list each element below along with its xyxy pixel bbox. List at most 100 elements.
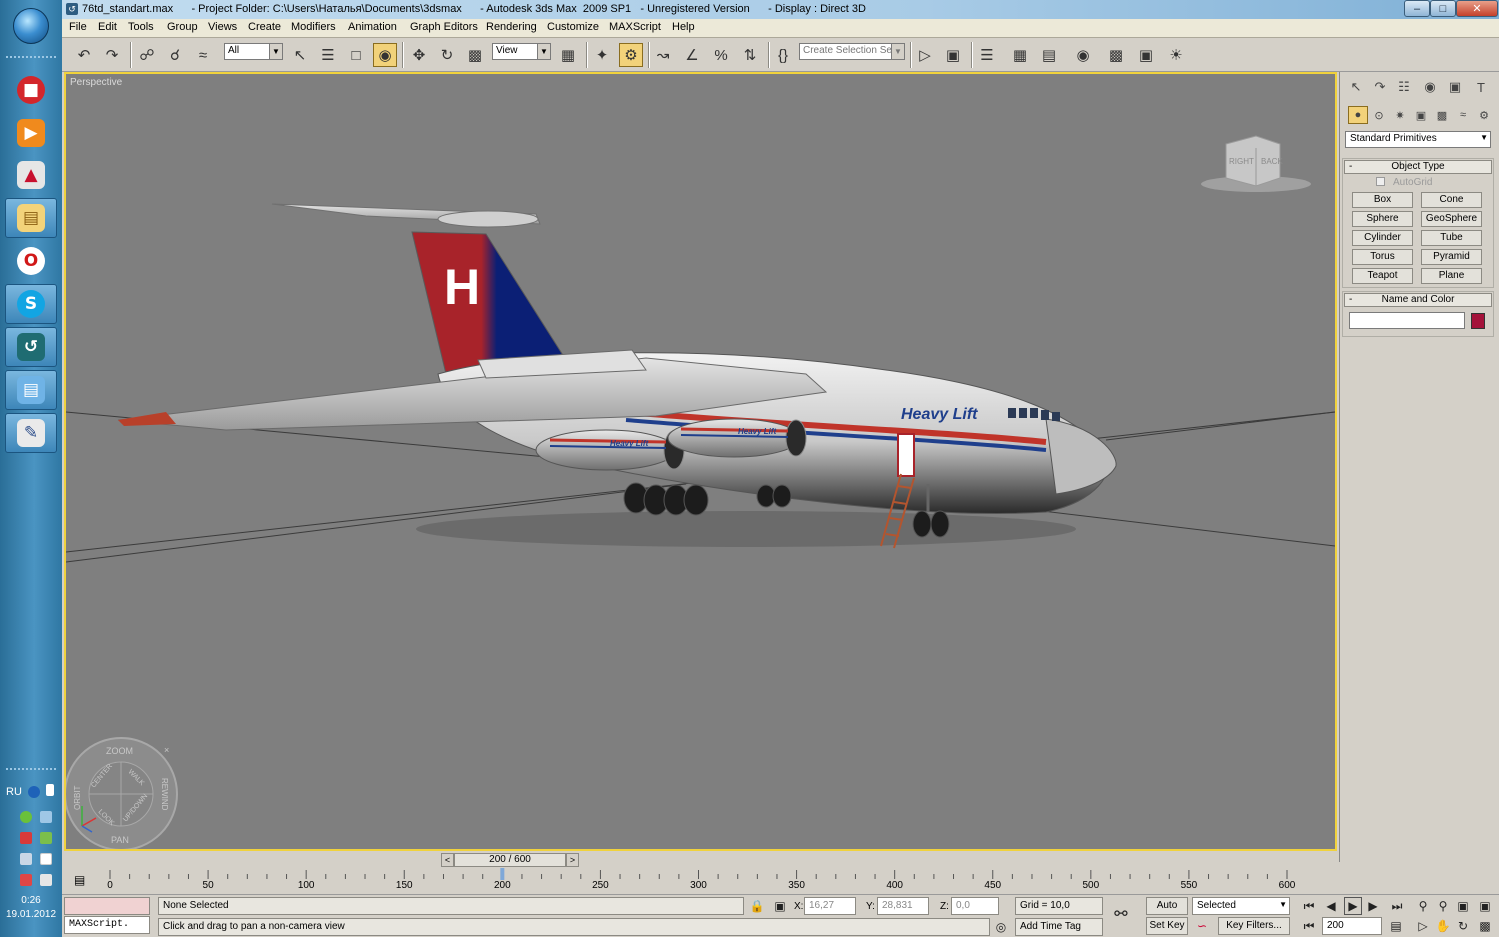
taskbar-app-network[interactable]: ▤ bbox=[5, 370, 57, 410]
current-frame-marker[interactable] bbox=[500, 868, 505, 880]
close-button[interactable]: ✕ bbox=[1456, 0, 1498, 17]
rectangular-selection-icon[interactable]: □ bbox=[344, 43, 368, 67]
pyramid-button[interactable]: Pyramid bbox=[1421, 249, 1482, 265]
previous-frame-button-icon[interactable]: ◀ bbox=[1322, 897, 1340, 915]
taskbar-app-explorer[interactable]: ▤ bbox=[5, 198, 57, 238]
volume-icon[interactable] bbox=[40, 874, 52, 886]
start-button[interactable] bbox=[13, 8, 49, 44]
menu-graph-editors[interactable]: Graph Editors bbox=[410, 21, 478, 33]
taskbar-app-media-player[interactable]: ▶ bbox=[5, 113, 57, 153]
wheel-close-icon[interactable]: × bbox=[164, 745, 169, 755]
field-of-view-icon[interactable]: ▷ bbox=[1414, 917, 1432, 935]
keyboard-shortcut-override-icon[interactable]: ⚙ bbox=[619, 43, 643, 67]
menu-customize[interactable]: Customize bbox=[547, 21, 599, 33]
select-and-rotate-icon[interactable]: ↻ bbox=[435, 43, 459, 67]
viewcube[interactable]: RIGHT BACK bbox=[1201, 135, 1311, 192]
wheel-zoom[interactable]: ZOOM bbox=[106, 746, 133, 756]
cameras-icon[interactable]: ▣ bbox=[1411, 106, 1431, 124]
app-icon[interactable]: ↺ bbox=[66, 3, 78, 15]
create-tab-icon[interactable]: ↖ bbox=[1345, 76, 1367, 98]
clock[interactable]: 0:26 19.01.2012 bbox=[0, 894, 62, 922]
angle-snap-icon[interactable]: ∠ bbox=[680, 43, 704, 67]
space-warps-icon[interactable]: ≈ bbox=[1453, 106, 1473, 124]
layer-manager-icon[interactable]: ☰ bbox=[975, 43, 999, 67]
teapot-button[interactable]: Teapot bbox=[1352, 268, 1413, 284]
select-and-scale-icon[interactable]: ▩ bbox=[463, 43, 487, 67]
named-selection-dropdown[interactable]: Create Selection Se ▼ bbox=[799, 43, 905, 60]
play-icon[interactable]: ▶ bbox=[1344, 897, 1362, 915]
selection-filter-dropdown[interactable]: All ▼ bbox=[224, 43, 283, 60]
name-color-rollout-header[interactable]: - Name and Color bbox=[1344, 293, 1492, 307]
object-color-swatch[interactable] bbox=[1471, 313, 1485, 329]
align-icon[interactable]: ▣ bbox=[941, 43, 965, 67]
curve-editor-icon[interactable]: ▦ bbox=[1008, 43, 1032, 67]
menu-views[interactable]: Views bbox=[208, 21, 237, 33]
zoom-extents-icon[interactable]: ▣ bbox=[1454, 897, 1472, 915]
viewport-label[interactable]: Perspective bbox=[70, 77, 122, 88]
render-setup-icon[interactable]: ▩ bbox=[1104, 43, 1128, 67]
antivirus-icon[interactable] bbox=[20, 811, 32, 823]
unlink-icon[interactable]: ☌ bbox=[163, 43, 187, 67]
zoom-all-icon[interactable]: ⚲ bbox=[1434, 897, 1452, 915]
rendered-frame-window-icon[interactable]: ▣ bbox=[1134, 43, 1158, 67]
menu-rendering[interactable]: Rendering bbox=[486, 21, 537, 33]
taskbar-grip-tray[interactable] bbox=[6, 768, 56, 772]
object-category-dropdown[interactable]: Standard Primitives ▼ bbox=[1345, 131, 1491, 148]
x-coordinate-field[interactable]: 16,27 bbox=[804, 897, 856, 915]
display-icon[interactable] bbox=[40, 853, 52, 865]
next-frame-button-icon[interactable]: ▶ bbox=[1364, 897, 1382, 915]
menu-modifiers[interactable]: Modifiers bbox=[291, 21, 336, 33]
viewcube-face-back[interactable]: BACK bbox=[1261, 157, 1283, 166]
menu-help[interactable]: Help bbox=[672, 21, 695, 33]
absolute-mode-icon[interactable]: ▣ bbox=[771, 897, 789, 915]
quick-render-icon[interactable]: ☀ bbox=[1164, 43, 1188, 67]
spinner-snap-icon[interactable]: ⇅ bbox=[738, 43, 762, 67]
auto-key-button[interactable]: Auto Key bbox=[1146, 897, 1188, 927]
cone-button[interactable]: Cone bbox=[1421, 192, 1482, 208]
steering-wheel[interactable]: ZOOM PAN ORBIT REWIND CENTER WALK LOOK U… bbox=[66, 737, 178, 849]
menu-edit[interactable]: Edit bbox=[98, 21, 117, 33]
modify-tab-icon[interactable]: ↷ bbox=[1369, 76, 1391, 98]
helpers-icon[interactable]: ▩ bbox=[1432, 106, 1452, 124]
select-by-name-icon[interactable]: ☰ bbox=[316, 43, 340, 67]
shapes-icon[interactable]: ⊙ bbox=[1369, 106, 1389, 124]
set-key-button[interactable]: Set Key bbox=[1146, 917, 1188, 935]
redo-icon[interactable]: ↷ bbox=[100, 43, 124, 67]
flag-icon[interactable] bbox=[46, 784, 54, 796]
key-filters-button[interactable]: Key Filters... bbox=[1218, 917, 1290, 935]
next-frame-icon[interactable]: > bbox=[566, 853, 579, 867]
utilities-tab-icon[interactable]: T bbox=[1470, 76, 1492, 98]
y-coordinate-field[interactable]: 28,831 bbox=[877, 897, 929, 915]
maxscript-input[interactable]: MAXScript. bbox=[64, 916, 150, 934]
pivot-center-icon[interactable]: ▦ bbox=[556, 43, 580, 67]
key-tangent-icon[interactable]: ∽ bbox=[1193, 917, 1211, 935]
tools-icon[interactable] bbox=[20, 853, 32, 865]
menu-group[interactable]: Group bbox=[167, 21, 198, 33]
geosphere-button[interactable]: GeoSphere bbox=[1421, 211, 1482, 227]
percent-snap-icon[interactable]: % bbox=[709, 43, 733, 67]
schematic-view-icon[interactable]: ▤ bbox=[1037, 43, 1061, 67]
key-mode-dropdown[interactable]: Selected ▼ bbox=[1192, 897, 1290, 915]
reference-coordinate-dropdown[interactable]: View ▼ bbox=[492, 43, 551, 60]
update-icon[interactable] bbox=[40, 832, 52, 844]
time-slider-thumb[interactable]: 200 / 600 bbox=[454, 853, 566, 867]
help-icon[interactable] bbox=[28, 786, 40, 798]
undo-icon[interactable]: ↶ bbox=[72, 43, 96, 67]
window-crossing-icon[interactable]: ◉ bbox=[373, 43, 397, 67]
language-indicator[interactable]: RU bbox=[6, 786, 22, 798]
plane-button[interactable]: Plane bbox=[1421, 268, 1482, 284]
object-type-rollout-header[interactable]: - Object Type bbox=[1344, 160, 1492, 174]
motion-tab-icon[interactable]: ◉ bbox=[1419, 76, 1441, 98]
maxscript-listener-mini[interactable] bbox=[64, 897, 150, 915]
cylinder-button[interactable]: Cylinder bbox=[1352, 230, 1413, 246]
wheel-rewind[interactable]: REWIND bbox=[160, 778, 169, 811]
pan-view-icon[interactable]: ✋ bbox=[1434, 917, 1452, 935]
hierarchy-tab-icon[interactable]: ☷ bbox=[1393, 76, 1415, 98]
battery-icon[interactable] bbox=[20, 874, 32, 886]
material-editor-icon[interactable]: ◉ bbox=[1071, 43, 1095, 67]
taskbar-app-opera[interactable]: O bbox=[5, 241, 57, 281]
notification-icon[interactable] bbox=[20, 832, 32, 844]
select-and-move-icon[interactable]: ✥ bbox=[407, 43, 431, 67]
edit-named-selection-icon[interactable]: {} bbox=[771, 43, 795, 67]
key-mode-toggle-icon[interactable]: ⏮ bbox=[1300, 917, 1318, 935]
